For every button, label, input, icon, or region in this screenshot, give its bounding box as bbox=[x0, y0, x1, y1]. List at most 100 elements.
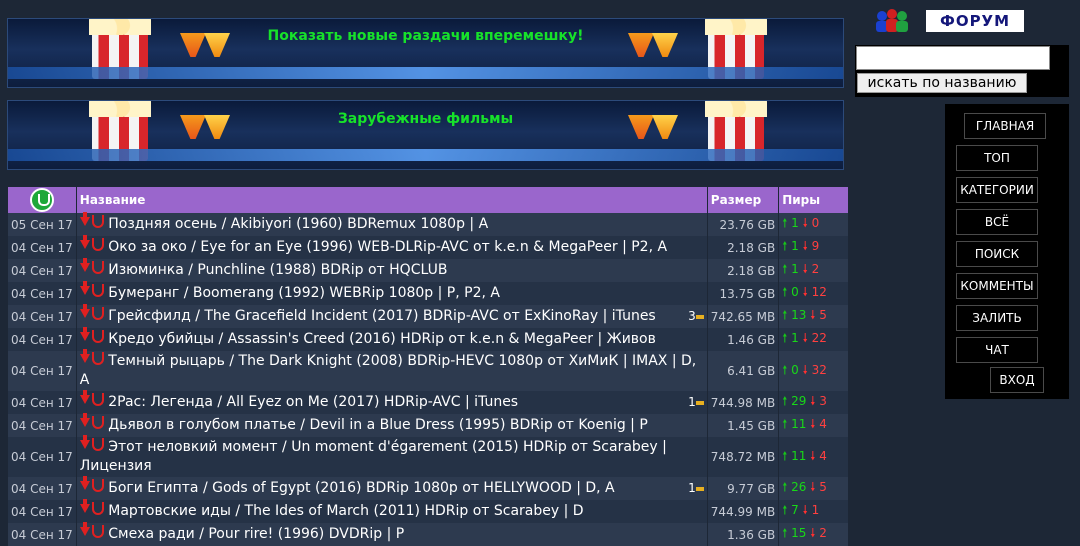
leechers-count: 2 bbox=[819, 526, 827, 540]
row-name-cell: Бумеранг / Boomerang (1992) WEBRip 1080p… bbox=[76, 281, 707, 305]
table-row[interactable]: 04 Сен 17 Око за око / Eye for an Eye (1… bbox=[8, 235, 848, 259]
row-date: 04 Сен 17 bbox=[8, 437, 76, 477]
menu-upload[interactable]: ЗАЛИТЬ bbox=[956, 305, 1038, 331]
forum-button[interactable]: ФОРУМ bbox=[926, 10, 1024, 32]
arrow-up-icon: 🠕 bbox=[782, 362, 788, 377]
row-date: 04 Сен 17 bbox=[8, 305, 76, 328]
menu-top[interactable]: ТОП bbox=[956, 145, 1038, 171]
row-name-cell: Мартовские иды / The Ides of March (2011… bbox=[76, 499, 707, 523]
download-magnet-icon[interactable] bbox=[79, 258, 104, 275]
comment-count[interactable]: 3 bbox=[688, 307, 704, 326]
leechers-count: 3 bbox=[819, 394, 827, 408]
table-row[interactable]: 04 Сен 17 3 Грейсфилд / The Gracefield I… bbox=[8, 304, 848, 328]
download-magnet-icon[interactable] bbox=[79, 304, 104, 321]
comment-count[interactable]: 1 bbox=[688, 393, 704, 412]
seeders-count: 0 bbox=[791, 285, 799, 299]
torrent-title-link[interactable]: Око за око / Eye for an Eye (1996) WEB-D… bbox=[108, 239, 667, 255]
leechers-count: 4 bbox=[819, 417, 827, 431]
torrent-title-link[interactable]: Мартовские иды / The Ides of March (2011… bbox=[108, 503, 583, 519]
torrent-title-link[interactable]: Кредо убийцы / Assassin's Creed (2016) H… bbox=[108, 331, 656, 347]
torrent-title-link[interactable]: Изюминка / Punchline (1988) BDRip от HQC… bbox=[108, 262, 447, 278]
banner-new-releases[interactable]: Показать новые раздачи вперемешку! bbox=[7, 18, 844, 88]
row-size: 744.98 MB bbox=[707, 391, 779, 414]
torrent-title-link[interactable]: Этот неловкий момент / Un moment d'égare… bbox=[80, 439, 667, 474]
download-magnet-icon[interactable] bbox=[79, 499, 104, 516]
table-row[interactable]: 04 Сен 17 Бумеранг / Boomerang (1992) WE… bbox=[8, 281, 848, 305]
row-name-cell: 1 2Pac: Легенда / All Eyez on Me (2017) … bbox=[76, 390, 707, 414]
torrent-title-link[interactable]: 2Pac: Легенда / All Eyez on Me (2017) HD… bbox=[108, 394, 518, 410]
leechers-count: 12 bbox=[811, 285, 827, 299]
row-peers: 🠕 1 🠗 2 bbox=[779, 259, 848, 282]
table-row[interactable]: 04 Сен 17 Смеха ради / Pour rire! (1996)… bbox=[8, 522, 848, 546]
arrow-up-icon: 🠕 bbox=[782, 448, 788, 463]
torrent-title-link[interactable]: Грейсфилд / The Gracefield Incident (201… bbox=[108, 308, 656, 324]
utorrent-icon bbox=[29, 188, 54, 212]
arrow-down-icon: 🠗 bbox=[810, 308, 816, 322]
table-row[interactable]: 04 Сен 17 1 2Pac: Легенда / All Eyez on … bbox=[8, 390, 848, 414]
menu-login[interactable]: ВХОД bbox=[990, 367, 1044, 393]
download-magnet-icon[interactable] bbox=[79, 476, 104, 493]
row-date: 04 Сен 17 bbox=[8, 328, 76, 351]
download-magnet-icon[interactable] bbox=[79, 327, 104, 344]
seeders-count: 7 bbox=[791, 503, 799, 517]
search-button[interactable]: искать по названию bbox=[857, 73, 1027, 93]
row-name-cell: Темный рыцарь / The Dark Knight (2008) B… bbox=[76, 349, 707, 391]
leechers-count: 4 bbox=[819, 448, 827, 463]
torrent-title-link[interactable]: Смеха ради / Pour rire! (1996) DVDRip | … bbox=[108, 526, 404, 542]
menu-search[interactable]: ПОИСК bbox=[956, 241, 1038, 267]
row-peers: 🠕 29 🠗 3 bbox=[779, 391, 848, 414]
cocktail-icon bbox=[652, 33, 678, 57]
cocktail-icon bbox=[628, 115, 654, 139]
menu-home[interactable]: ГЛАВНАЯ bbox=[964, 113, 1046, 139]
column-header-name[interactable]: Название bbox=[76, 187, 707, 213]
seeders-count: 26 bbox=[791, 480, 807, 494]
arrow-up-icon: 🠕 bbox=[782, 239, 788, 253]
row-date: 04 Сен 17 bbox=[8, 282, 76, 305]
column-header-peers[interactable]: Пиры bbox=[779, 187, 848, 213]
download-magnet-icon[interactable] bbox=[79, 522, 104, 539]
download-magnet-icon[interactable] bbox=[79, 212, 104, 229]
menu-categories[interactable]: КАТЕГОРИИ bbox=[956, 177, 1038, 203]
table-row[interactable]: 05 Сен 17 Поздняя осень / Akibiyori (196… bbox=[8, 212, 848, 236]
menu-comments[interactable]: КОММЕНТЫ bbox=[956, 273, 1038, 299]
search-input[interactable] bbox=[856, 46, 1050, 70]
table-row[interactable]: 04 Сен 17 Кредо убийцы / Assassin's Cree… bbox=[8, 327, 848, 351]
arrow-up-icon: 🠕 bbox=[782, 216, 788, 230]
table-row[interactable]: 04 Сен 17 Дьявол в голубом платье / Devi… bbox=[8, 413, 848, 437]
torrent-title-link[interactable]: Боги Египта / Gods of Egypt (2016) BDRip… bbox=[108, 480, 614, 496]
table-row[interactable]: 04 Сен 17 Этот неловкий момент / Un mome… bbox=[8, 435, 848, 477]
leechers-count: 2 bbox=[811, 262, 820, 276]
column-header-size[interactable]: Размер bbox=[707, 187, 779, 213]
seeders-count: 1 bbox=[791, 262, 799, 276]
table-row[interactable]: 04 Сен 17 1 Боги Египта / Gods of Egypt … bbox=[8, 476, 848, 500]
row-size: 1.36 GB bbox=[707, 523, 779, 546]
download-magnet-icon[interactable] bbox=[79, 349, 104, 366]
row-date: 04 Сен 17 bbox=[8, 523, 76, 546]
banner-strip bbox=[8, 149, 843, 161]
banner-foreign-films[interactable]: Зарубежные фильмы bbox=[7, 100, 844, 170]
arrow-down-icon: 🠗 bbox=[802, 262, 808, 276]
arrow-down-icon: 🠗 bbox=[810, 448, 816, 463]
comment-icon bbox=[695, 400, 704, 405]
torrent-title-link[interactable]: Дьявол в голубом платье / Devil in a Blu… bbox=[108, 417, 648, 433]
table-row[interactable]: 04 Сен 17 Темный рыцарь / The Dark Knigh… bbox=[8, 349, 848, 391]
table-row[interactable]: 04 Сен 17 Изюминка / Punchline (1988) BD… bbox=[8, 258, 848, 282]
people-icon bbox=[876, 9, 908, 32]
arrow-up-icon: 🠕 bbox=[782, 503, 788, 517]
comment-count[interactable]: 1 bbox=[688, 479, 704, 498]
seeders-count: 1 bbox=[791, 216, 799, 230]
menu-all[interactable]: ВСЁ bbox=[956, 209, 1038, 235]
download-magnet-icon[interactable] bbox=[79, 435, 104, 452]
torrent-title-link[interactable]: Темный рыцарь / The Dark Knight (2008) B… bbox=[80, 353, 696, 388]
download-magnet-icon[interactable] bbox=[79, 235, 104, 252]
arrow-down-icon: 🠗 bbox=[802, 331, 808, 345]
torrent-title-link[interactable]: Бумеранг / Boomerang (1992) WEBRip 1080p… bbox=[108, 285, 500, 301]
download-magnet-icon[interactable] bbox=[79, 281, 104, 298]
row-date: 04 Сен 17 bbox=[8, 236, 76, 259]
leechers-count: 22 bbox=[811, 331, 827, 345]
download-magnet-icon[interactable] bbox=[79, 413, 104, 430]
torrent-title-link[interactable]: Поздняя осень / Akibiyori (1960) BDRemux… bbox=[108, 216, 488, 232]
table-row[interactable]: 04 Сен 17 Мартовские иды / The Ides of M… bbox=[8, 499, 848, 523]
download-magnet-icon[interactable] bbox=[79, 390, 104, 407]
menu-chat[interactable]: ЧАТ bbox=[956, 337, 1038, 363]
